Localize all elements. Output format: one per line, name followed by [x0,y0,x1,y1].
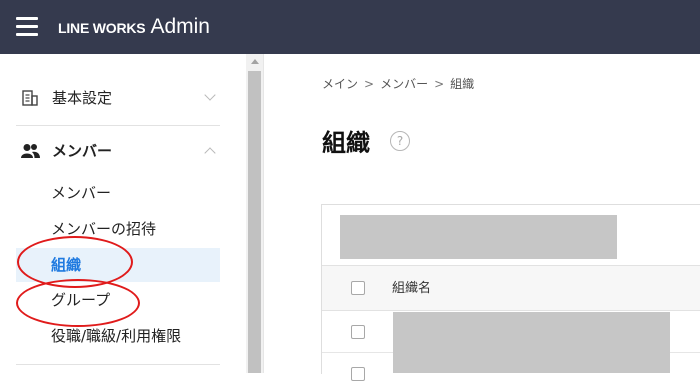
row-checkbox[interactable] [351,367,365,381]
table-header [322,265,700,311]
select-all-checkbox[interactable] [351,281,365,295]
sidebar-subitem-label: メンバー [51,184,112,202]
redacted-block [393,312,670,373]
breadcrumb-item: 組織 [450,77,475,91]
chevron-up-icon [204,147,216,159]
building-icon [22,90,38,106]
redacted-block [340,215,617,259]
column-header-organization-name[interactable]: 組織名 [392,277,431,296]
sidebar-divider [16,364,220,365]
page-title: 組織 [322,129,370,157]
breadcrumb-item[interactable]: メンバー [380,75,428,92]
breadcrumb-separator: > [434,77,445,91]
brand[interactable]: LINE WORKS Admin [58,13,210,41]
content-divider [263,54,264,373]
sidebar-scrollbar[interactable] [246,54,263,373]
scrollbar-thumb[interactable] [248,71,261,373]
breadcrumb-item[interactable]: メイン [322,75,358,92]
sidebar-item-label: メンバー [52,142,113,160]
row-checkbox[interactable] [351,325,365,339]
brand-suffix: Admin [150,15,210,38]
people-icon [21,144,40,158]
annotation-oval [16,279,140,327]
sidebar-divider [16,125,220,126]
brand-logo: LINE WORKS [58,20,146,36]
sidebar-subitem-label: 役職/職級/利用権限 [51,327,182,345]
sidebar-item-members[interactable]: メンバー [0,136,246,168]
help-icon[interactable]: ? [390,131,410,151]
sidebar-item-basic-settings[interactable]: 基本設定 [0,80,246,116]
sidebar-item-label: 基本設定 [52,89,113,107]
breadcrumb: メイン > メンバー > 組織 [322,75,474,92]
chevron-down-icon [204,89,216,101]
top-bar: LINE WORKS Admin [0,0,700,54]
sidebar-subitem-members[interactable]: メンバー [16,176,220,210]
hamburger-menu-icon[interactable] [16,17,38,36]
sidebar-subitem-roles-permissions[interactable]: 役職/職級/利用権限 [16,319,220,353]
scroll-up-arrow-icon[interactable] [251,59,259,64]
breadcrumb-separator: > [364,77,375,91]
